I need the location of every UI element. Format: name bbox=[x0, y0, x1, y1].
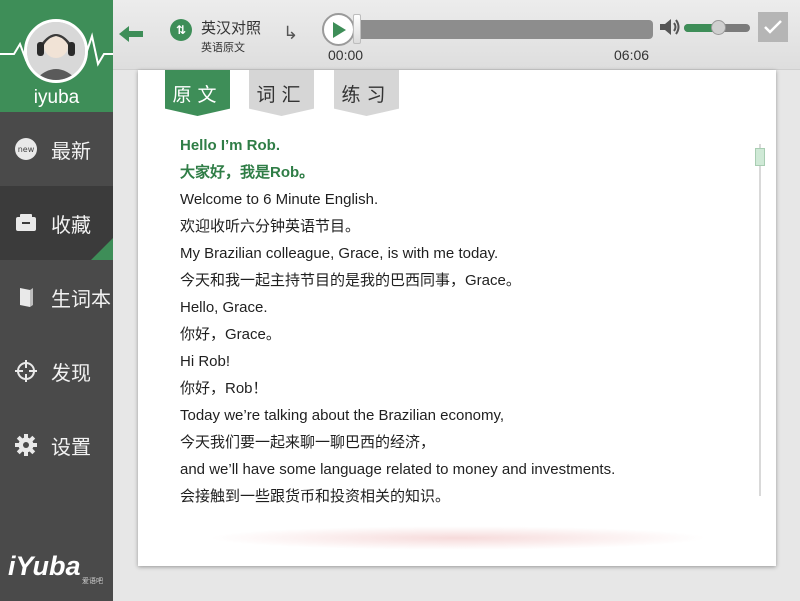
brand-subtitle: 爱语吧 bbox=[82, 578, 103, 585]
volume-level bbox=[684, 24, 714, 32]
svg-text:new: new bbox=[18, 145, 35, 154]
avatar[interactable] bbox=[24, 19, 88, 83]
volume-handle[interactable] bbox=[711, 20, 726, 35]
transcript-line[interactable]: 会接触到一些跟货币和投资相关的知识。 bbox=[180, 483, 740, 510]
progress-bar[interactable] bbox=[356, 20, 653, 39]
sidebar-item-label: 收藏 bbox=[51, 214, 91, 237]
scrollbar-track[interactable] bbox=[759, 144, 761, 496]
transcript-line[interactable]: 今天我们要一起来聊一聊巴西的经济， bbox=[180, 429, 740, 456]
sidebar-item-label: 发现 bbox=[51, 362, 91, 385]
sidebar-item-label: 生词本 bbox=[51, 288, 111, 311]
content-card: 原文 词汇 练习 Hello I’m Rob. 大家好，我是Rob。 Welco… bbox=[138, 70, 776, 566]
transcript-line[interactable]: Hi Rob! bbox=[180, 348, 740, 375]
folder-icon bbox=[13, 210, 39, 236]
scrollbar-thumb[interactable] bbox=[755, 148, 765, 166]
username: iyuba bbox=[33, 87, 80, 108]
back-button[interactable] bbox=[117, 10, 147, 58]
checkmark-icon bbox=[764, 20, 782, 34]
transcript-line[interactable]: My Brazilian colleague, Grace, is with m… bbox=[180, 240, 740, 267]
tab-original[interactable]: 原文 bbox=[165, 70, 230, 116]
sidebar-item-settings[interactable]: 设置 bbox=[0, 408, 113, 482]
brand-logo: iYuba bbox=[8, 551, 81, 581]
tab-practice[interactable]: 练习 bbox=[334, 70, 399, 116]
transcript-line[interactable]: Hello, Grace. bbox=[180, 294, 740, 321]
volume-icon[interactable] bbox=[659, 17, 681, 42]
total-time: 06:06 bbox=[614, 47, 650, 63]
back-arrow-icon bbox=[119, 26, 143, 42]
gear-icon bbox=[13, 432, 39, 458]
mode-subtitle: 英语原文 bbox=[201, 42, 245, 54]
transcript-line[interactable]: Welcome to 6 Minute English. bbox=[180, 186, 740, 213]
sidebar-item-label: 设置 bbox=[51, 436, 91, 459]
sidebar-item-label: 最新 bbox=[51, 140, 91, 163]
transcript-line[interactable]: 你好，Grace。 bbox=[180, 321, 740, 348]
tab-vocabulary[interactable]: 词汇 bbox=[249, 70, 314, 116]
swap-mode-icon[interactable]: ⇅ bbox=[170, 19, 192, 41]
current-time: 00:00 bbox=[328, 47, 364, 63]
play-button[interactable] bbox=[322, 13, 355, 46]
transcript-line[interactable]: Hello I’m Rob. bbox=[180, 132, 740, 159]
new-badge-icon: new bbox=[13, 136, 39, 162]
transcript-line[interactable]: 大家好，我是Rob。 bbox=[180, 159, 740, 186]
mode-title[interactable]: 英汉对照 bbox=[201, 17, 261, 38]
player-bar: ⇅ 英汉对照 英语原文 ↳ 00:00 06:06 bbox=[113, 0, 800, 70]
crosshair-icon bbox=[13, 358, 39, 384]
profile-panel: iyuba bbox=[0, 0, 113, 112]
transcript-line[interactable]: Today we’re talking about the Brazilian … bbox=[180, 402, 740, 429]
transcript: Hello I’m Rob. 大家好，我是Rob。 Welcome to 6 M… bbox=[180, 132, 740, 510]
transcript-line[interactable]: and we’ll have some language related to … bbox=[180, 456, 740, 483]
confirm-button[interactable] bbox=[758, 12, 788, 42]
sidebar-item-discover[interactable]: 发现 bbox=[0, 334, 113, 408]
transcript-line[interactable]: 今天和我一起主持节目的是我的巴西同事，Grace。 bbox=[180, 267, 740, 294]
sidebar-item-latest[interactable]: new 最新 bbox=[0, 112, 113, 186]
sidebar-item-wordbook[interactable]: 生词本 bbox=[0, 260, 113, 334]
progress-handle[interactable] bbox=[353, 14, 361, 44]
return-arrow-icon: ↳ bbox=[283, 23, 299, 43]
transcript-line[interactable]: 欢迎收听六分钟英语节目。 bbox=[180, 213, 740, 240]
transcript-line[interactable]: 你好，Rob！ bbox=[180, 375, 740, 402]
sidebar-item-favorites[interactable]: 收藏 bbox=[0, 186, 113, 260]
play-icon bbox=[332, 21, 346, 38]
sidebar: iyuba new 最新 收藏 生词本 发现 设置 iYuba 爱语吧 bbox=[0, 0, 113, 601]
book-icon bbox=[13, 284, 39, 310]
bottom-shadow-decoration bbox=[208, 526, 708, 550]
